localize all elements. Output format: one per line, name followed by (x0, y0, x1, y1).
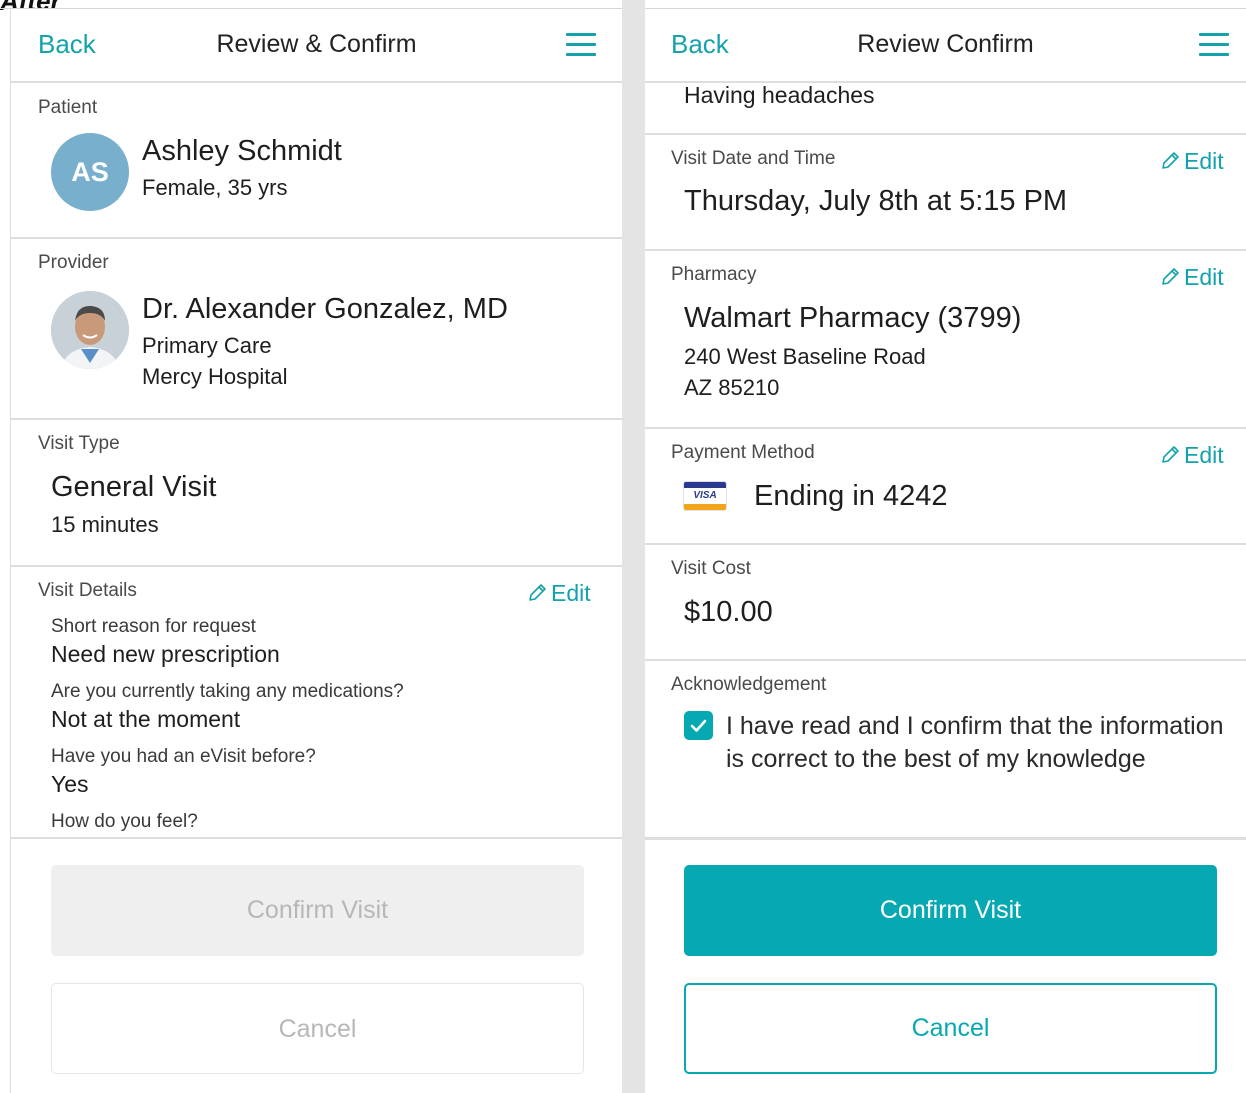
section-label: Payment Method (671, 442, 815, 463)
section-label: Visit Details (38, 580, 137, 601)
section-label: Visit Cost (671, 558, 751, 579)
pharmacy-name: Walmart Pharmacy (3799) (684, 302, 1022, 334)
pharmacy-address-line2: AZ 85210 (684, 375, 780, 400)
page-title: Review & Confirm (216, 30, 417, 58)
section-label: Provider (38, 252, 109, 273)
visit-datetime-value: Thursday, July 8th at 5:15 PM (684, 185, 1068, 217)
provider-photo-icon (51, 291, 129, 369)
hamburger-icon[interactable] (1199, 33, 1229, 57)
question-text: How do you feel? (51, 811, 198, 832)
edit-label: Edit (551, 580, 591, 606)
section-label: Patient (38, 97, 98, 118)
payment-value: Ending in 4242 (754, 480, 948, 512)
section-label: Visit Date and Time (671, 148, 836, 169)
acknowledgement-section: Acknowledgement I have read and I confir… (645, 661, 1246, 837)
nav-header: Back Review Confirm (645, 9, 1246, 83)
nav-header: Back Review & Confirm (11, 9, 622, 83)
pharmacy-section: Pharmacy Edit Walmart Pharmacy (3799) 24… (645, 251, 1246, 429)
left-screen: Back Review & Confirm Patient AS Ashley … (10, 9, 622, 1093)
question-text: Have you had an eVisit before? (51, 746, 316, 767)
visit-datetime-section: Visit Date and Time Edit Thursday, July … (645, 135, 1246, 251)
provider-hospital: Mercy Hospital (142, 364, 288, 389)
pencil-icon (529, 584, 546, 601)
provider-avatar (51, 291, 129, 369)
pencil-icon (1162, 152, 1179, 169)
edit-label: Edit (1184, 442, 1224, 468)
provider-section: Provider Dr. Alexander Gonzalez, MD Prim… (11, 239, 622, 420)
answer-text: Having headaches (684, 82, 875, 108)
section-label: Visit Type (38, 433, 120, 454)
patient-avatar: AS (51, 133, 129, 211)
confirm-visit-button[interactable]: Confirm Visit (684, 865, 1217, 956)
edit-button[interactable]: Edit (527, 580, 591, 607)
patient-section: Patient AS Ashley Schmidt Female, 35 yrs (11, 83, 622, 239)
visit-type-section: Visit Type General Visit 15 minutes (11, 420, 622, 567)
feel-answer-section: Having headaches (645, 82, 1246, 135)
card-brand: VISA (693, 490, 717, 501)
action-footer: Confirm Visit Cancel (645, 837, 1246, 1093)
visit-details-section: Visit Details Edit Short reason for requ… (11, 567, 622, 837)
pharmacy-address-line1: 240 West Baseline Road (684, 344, 926, 369)
visit-type-name: General Visit (51, 471, 217, 503)
pencil-icon (1162, 446, 1179, 463)
right-screen: Back Review Confirm Having headaches Vis… (645, 9, 1246, 1093)
page-title: Review Confirm (857, 30, 1034, 58)
question-text: Short reason for request (51, 616, 256, 637)
answer-text: Need new prescription (51, 641, 280, 667)
edit-label: Edit (1184, 264, 1224, 290)
answer-text: Not at the moment (51, 706, 241, 732)
patient-name: Ashley Schmidt (142, 135, 342, 167)
visit-cost-value: $10.00 (684, 596, 773, 628)
cancel-button[interactable]: Cancel (684, 983, 1217, 1074)
edit-button[interactable]: Edit (1160, 148, 1224, 175)
edit-label: Edit (1184, 148, 1224, 174)
acknowledge-checkbox[interactable] (684, 711, 713, 740)
cancel-button[interactable]: Cancel (51, 983, 584, 1074)
patient-meta: Female, 35 yrs (142, 175, 288, 200)
acknowledgement-text: I have read and I confirm that the infor… (726, 712, 1224, 773)
action-footer: Confirm Visit Cancel (11, 837, 622, 1093)
pencil-icon (1162, 268, 1179, 285)
answer-text: Yes (51, 771, 89, 797)
visa-card-icon: VISA (683, 481, 727, 511)
provider-name: Dr. Alexander Gonzalez, MD (142, 293, 508, 325)
edit-button[interactable]: Edit (1160, 442, 1224, 469)
payment-section: Payment Method Edit VISA Ending in 4242 (645, 429, 1246, 545)
panel-divider (622, 0, 645, 1093)
section-label: Acknowledgement (671, 674, 827, 695)
edit-button[interactable]: Edit (1160, 264, 1224, 291)
checkmark-icon (690, 719, 707, 732)
hamburger-icon[interactable] (566, 33, 596, 57)
visit-cost-section: Visit Cost $10.00 (645, 545, 1246, 661)
question-text: Are you currently taking any medications… (51, 681, 404, 702)
provider-specialty: Primary Care (142, 333, 272, 358)
section-label: Pharmacy (671, 264, 757, 285)
visit-type-duration: 15 minutes (51, 512, 159, 537)
confirm-visit-button[interactable]: Confirm Visit (51, 865, 584, 956)
